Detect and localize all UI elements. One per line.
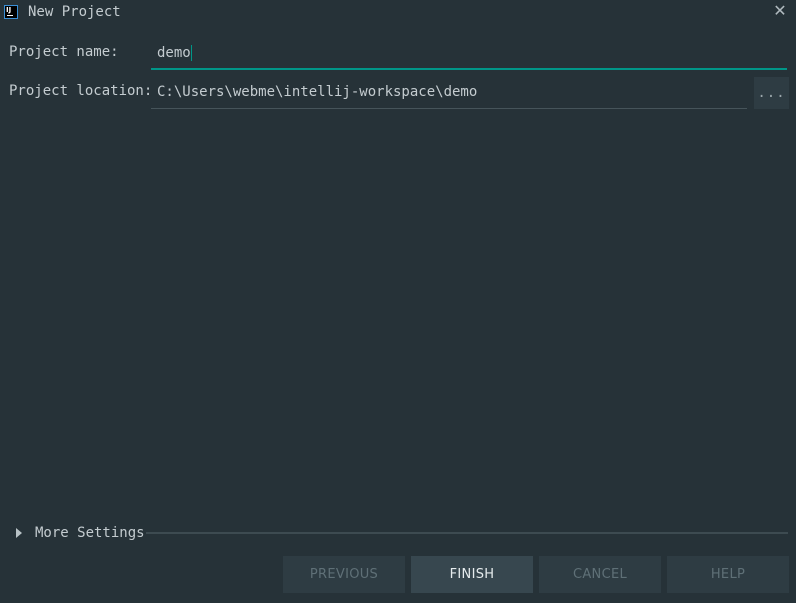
project-name-input[interactable]: demo — [151, 38, 787, 70]
intellij-app-icon: IJ — [4, 5, 18, 19]
browse-location-button[interactable]: ... — [754, 77, 789, 109]
close-icon[interactable]: ✕ — [772, 3, 788, 19]
app-icon-underline — [7, 15, 13, 16]
project-location-input[interactable]: C:\Users\webme\intellij-workspace\demo — [151, 77, 747, 109]
more-settings-divider — [146, 532, 788, 534]
text-caret — [190, 45, 192, 61]
project-location-label: Project location: — [9, 83, 153, 99]
project-name-label: Project name: — [9, 44, 119, 60]
expand-triangle-icon — [16, 528, 22, 538]
finish-button[interactable]: FINISH — [411, 556, 533, 593]
more-settings-toggle[interactable]: More Settings — [14, 523, 145, 543]
previous-button[interactable]: PREVIOUS — [283, 556, 405, 593]
more-settings-label: More Settings — [35, 525, 145, 541]
project-name-value: demo — [157, 45, 191, 61]
new-project-dialog: IJ New Project ✕ Project name: demo Proj… — [0, 0, 796, 603]
window-title: New Project — [28, 4, 121, 20]
project-location-value: C:\Users\webme\intellij-workspace\demo — [157, 84, 478, 100]
help-button[interactable]: HELP — [667, 556, 789, 593]
app-icon-text: IJ — [6, 6, 12, 14]
title-bar[interactable]: IJ New Project ✕ — [0, 0, 796, 26]
dialog-content: Project name: demo Project location: C:\… — [0, 28, 796, 603]
cancel-button[interactable]: CANCEL — [539, 556, 661, 593]
